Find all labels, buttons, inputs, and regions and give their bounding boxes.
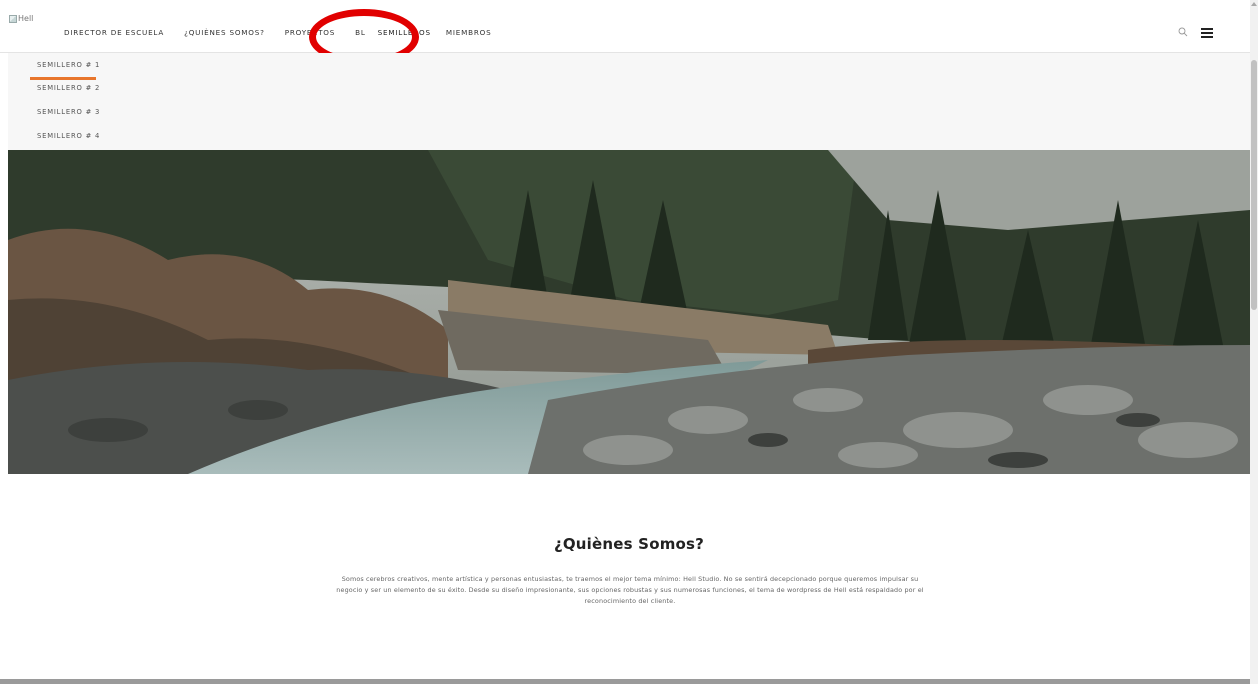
nav-proyectos[interactable]: PROYECTOS xyxy=(285,28,335,37)
nav-blog[interactable]: BL xyxy=(355,28,366,37)
nav-semilleros[interactable]: SEMILLEROS xyxy=(378,28,431,37)
dropdown-item-semillero-2[interactable]: SEMILLERO # 2 xyxy=(37,84,100,92)
hero-landscape-illustration xyxy=(8,150,1250,474)
semilleros-dropdown: SEMILLERO # 1 SEMILLERO # 2 SEMILLERO # … xyxy=(8,53,1250,150)
scroll-up-arrow-icon[interactable] xyxy=(1251,2,1257,6)
hero-image xyxy=(8,150,1250,474)
nav-quienes-somos[interactable]: ¿QUIÈNES SOMOS? xyxy=(184,28,265,37)
scrollbar-thumb[interactable] xyxy=(1251,60,1257,310)
active-underline xyxy=(30,77,96,80)
main-navigation: DIRECTOR DE ESCUELA ¿QUIÈNES SOMOS? PROY… xyxy=(64,28,511,37)
nav-miembros[interactable]: MIEMBROS xyxy=(446,28,492,37)
nav-director-de-escuela[interactable]: DIRECTOR DE ESCUELA xyxy=(64,28,164,37)
hamburger-menu-icon[interactable] xyxy=(1201,28,1213,38)
logo-alt-text: Hell xyxy=(18,14,34,23)
footer-bar xyxy=(0,679,1250,684)
site-logo[interactable]: Hell xyxy=(9,14,33,23)
about-description: Somos cerebros creativos, mente artístic… xyxy=(336,575,924,605)
about-title: ¿Quiènes Somos? xyxy=(553,535,705,553)
dropdown-item-semillero-3[interactable]: SEMILLERO # 3 xyxy=(37,108,100,116)
site-header: Hell DIRECTOR DE ESCUELA ¿QUIÈNES SOMOS?… xyxy=(0,0,1250,53)
dropdown-item-semillero-1[interactable]: SEMILLERO # 1 xyxy=(37,61,100,69)
search-icon[interactable] xyxy=(1178,27,1188,37)
broken-image-icon xyxy=(9,14,17,23)
page: Hell DIRECTOR DE ESCUELA ¿QUIÈNES SOMOS?… xyxy=(0,0,1258,684)
dropdown-item-semillero-4[interactable]: SEMILLERO # 4 xyxy=(37,132,100,140)
